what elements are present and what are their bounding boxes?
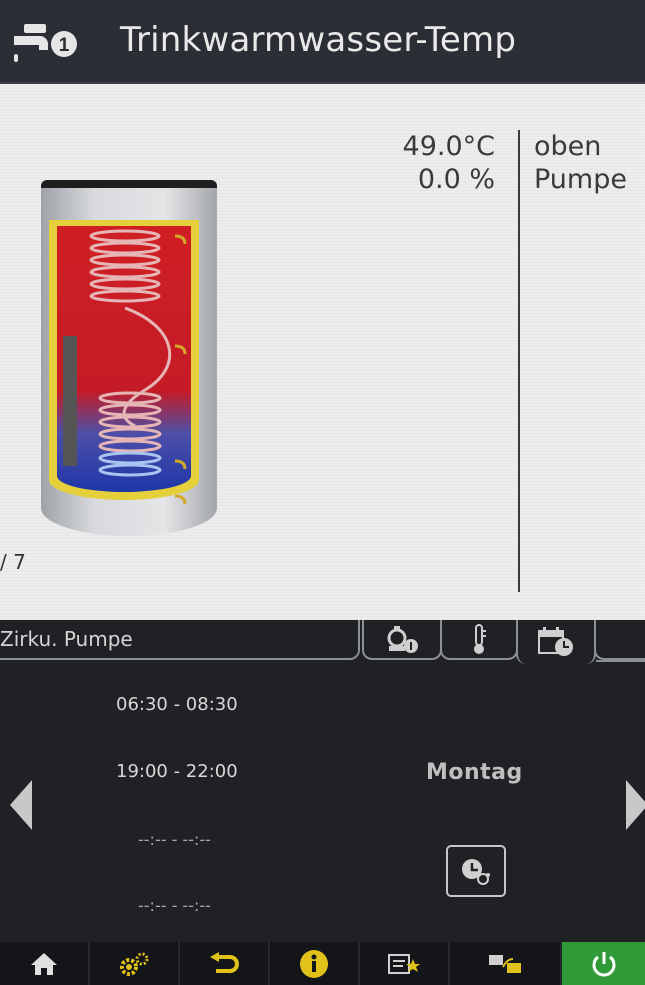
reading-values: 49.0°C 0.0 % — [403, 130, 495, 196]
power-icon — [592, 951, 615, 976]
pump-info-icon — [387, 626, 418, 653]
thermometer-icon — [474, 624, 486, 654]
home-button[interactable] — [0, 942, 90, 985]
page-title: Trinkwarmwasser-Temp — [120, 20, 517, 60]
next-day-arrow-icon[interactable] — [626, 780, 645, 830]
settings-button[interactable] — [90, 942, 180, 985]
power-button[interactable] — [562, 942, 645, 985]
reading-value-pump: 0.0 % — [417, 164, 495, 195]
hot-water-tank-illustration — [41, 180, 217, 536]
favorites-button[interactable] — [360, 942, 450, 985]
tap-icon: 1 — [14, 24, 77, 62]
tank-panel: 49.0°C 0.0 % oben Pumpe / 7 — [0, 84, 645, 620]
back-button[interactable] — [180, 942, 270, 985]
tap-badge-number: 1 — [59, 35, 70, 56]
weekday-label: Montag — [426, 760, 523, 785]
tab-underline — [596, 660, 645, 662]
home-icon — [31, 952, 57, 975]
header-bar: 1 Trinkwarmwasser-Temp — [0, 0, 645, 84]
transfer-icon — [489, 954, 521, 973]
tab-zirku-pumpe-label: Zirku. Pumpe — [0, 620, 360, 660]
tab-more[interactable] — [594, 620, 645, 660]
time-slot-1[interactable]: 06:30 - 08:30 — [116, 694, 238, 715]
page-indicator: / 7 — [0, 550, 26, 574]
reading-value-top-temp: 49.0°C — [402, 131, 495, 162]
back-icon — [210, 951, 239, 973]
tab-bar: Zirku. Pumpe — [0, 620, 645, 664]
tab-schedule[interactable] — [516, 620, 596, 664]
info-button[interactable] — [270, 942, 360, 985]
note-star-icon — [388, 953, 420, 974]
tab-pump-info[interactable] — [362, 620, 442, 660]
bottom-navigation — [0, 942, 645, 985]
time-slot-4[interactable]: --:-- - --:-- — [138, 896, 211, 915]
transfer-button[interactable] — [450, 942, 562, 985]
calendar-clock-icon — [538, 627, 573, 656]
time-slot-3[interactable]: --:-- - --:-- — [138, 830, 211, 849]
time-slot-2[interactable]: 19:00 - 22:00 — [116, 761, 238, 782]
copy-schedule-button[interactable] — [446, 845, 506, 897]
divider-line — [518, 130, 520, 592]
info-icon — [300, 949, 328, 978]
clock-copy-icon — [462, 859, 490, 885]
previous-day-arrow-icon[interactable] — [10, 780, 32, 830]
reading-labels: oben Pumpe — [534, 130, 627, 196]
tab-thermometer[interactable] — [440, 620, 518, 660]
settings-gears-icon — [120, 952, 149, 976]
reading-label-pump: Pumpe — [534, 164, 627, 195]
reading-label-top: oben — [534, 131, 602, 162]
